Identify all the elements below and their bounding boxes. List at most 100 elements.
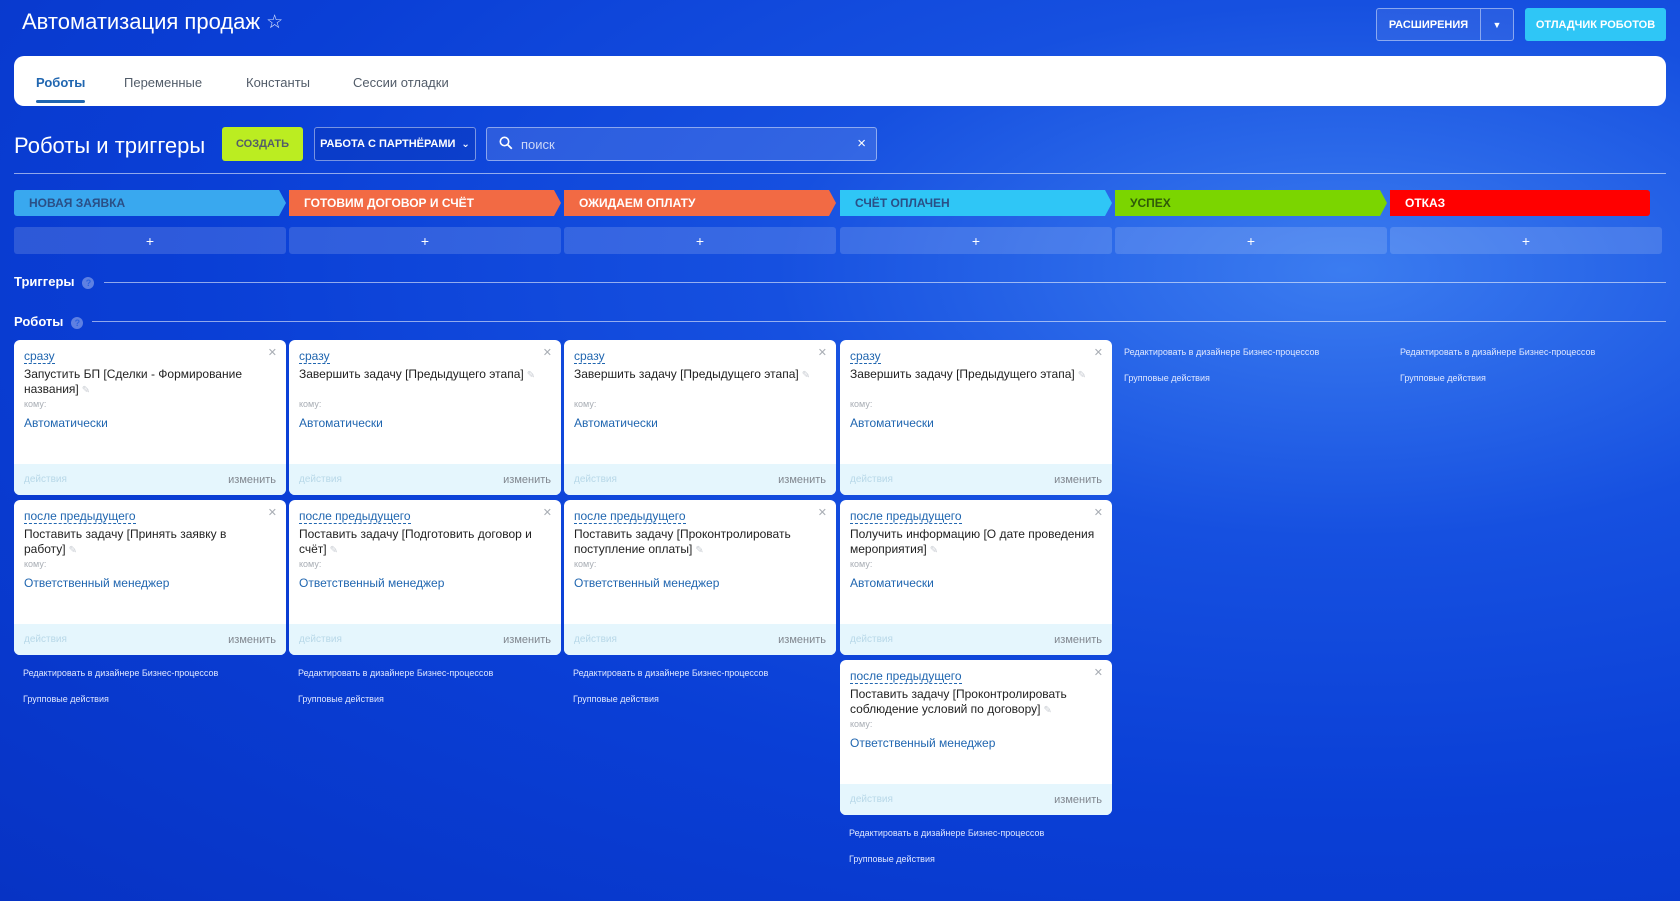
edit-link[interactable]: изменить [228, 634, 276, 646]
robot-card[interactable]: после предыдущего ✕ Поставить задачу [По… [289, 500, 561, 655]
group-actions-link[interactable]: Групповые действия [1400, 373, 1486, 383]
add-trigger-button[interactable]: + [564, 227, 836, 254]
robot-card[interactable]: после предыдущего ✕ Получить информацию … [840, 500, 1112, 655]
actions-label: действия [24, 634, 67, 645]
add-trigger-button[interactable]: + [840, 227, 1112, 254]
chevron-down-icon[interactable]: ▼ [1481, 9, 1513, 40]
close-icon[interactable]: ✕ [1094, 506, 1103, 519]
edit-in-designer-link[interactable]: Редактировать в дизайнере Бизнес-процесс… [1124, 347, 1319, 357]
pencil-icon[interactable]: ✎ [82, 385, 90, 396]
filter-button[interactable]: РАБОТА С ПАРТНЁРАМИ ⌄ [314, 127, 476, 161]
robot-assignee: Ответственный менеджер [850, 736, 996, 750]
add-trigger-button[interactable]: + [289, 227, 561, 254]
pencil-icon[interactable]: ✎ [330, 545, 338, 556]
stage-new-request[interactable]: НОВАЯ ЗАЯВКА [14, 190, 286, 216]
actions-label: действия [24, 474, 67, 485]
robot-title-text: Запустить БП [Сделки - Формирование назв… [24, 367, 242, 396]
edit-link[interactable]: изменить [503, 634, 551, 646]
to-label: кому: [299, 559, 322, 569]
pencil-icon[interactable]: ✎ [527, 370, 535, 381]
pencil-icon[interactable]: ✎ [69, 545, 77, 556]
edit-link[interactable]: изменить [778, 634, 826, 646]
robot-condition[interactable]: после предыдущего [850, 509, 962, 524]
tab-constants[interactable]: Константы [246, 75, 310, 90]
robot-card[interactable]: сразу ✕ Завершить задачу [Предыдущего эт… [289, 340, 561, 495]
close-icon[interactable]: × [857, 135, 866, 152]
actions-label: действия [574, 474, 617, 485]
help-icon[interactable]: ? [82, 277, 95, 289]
close-icon[interactable]: ✕ [268, 346, 277, 359]
edit-link[interactable]: изменить [228, 474, 276, 486]
pencil-icon[interactable]: ✎ [695, 545, 703, 556]
close-icon[interactable]: ✕ [543, 346, 552, 359]
edit-in-designer-link[interactable]: Редактировать в дизайнере Бизнес-процесс… [298, 668, 493, 678]
robot-condition[interactable]: после предыдущего [299, 509, 411, 524]
robot-card[interactable]: после предыдущего ✕ Поставить задачу [Пр… [840, 660, 1112, 815]
robot-footer: действия изменить [564, 464, 836, 495]
robot-footer: действия изменить [840, 784, 1112, 815]
pencil-icon[interactable]: ✎ [1078, 370, 1086, 381]
divider [14, 173, 1666, 174]
close-icon[interactable]: ✕ [1094, 666, 1103, 679]
stage-invoice-paid[interactable]: СЧЁТ ОПЛАЧЕН [840, 190, 1112, 216]
stage-failure[interactable]: ОТКАЗ [1390, 190, 1650, 216]
page-title-text: Автоматизация продаж [22, 9, 261, 34]
close-icon[interactable]: ✕ [1094, 346, 1103, 359]
extensions-button[interactable]: РАСШИРЕНИЯ ▼ [1376, 8, 1514, 41]
robot-card[interactable]: сразу ✕ Запустить БП [Сделки - Формирова… [14, 340, 286, 495]
edit-in-designer-link[interactable]: Редактировать в дизайнере Бизнес-процесс… [573, 668, 768, 678]
pencil-icon[interactable]: ✎ [1043, 705, 1051, 716]
robot-title-text: Получить информацию [О дате проведения м… [850, 527, 1095, 556]
group-actions-link[interactable]: Групповые действия [298, 694, 384, 704]
edit-link[interactable]: изменить [1054, 794, 1102, 806]
edit-in-designer-link[interactable]: Редактировать в дизайнере Бизнес-процесс… [23, 668, 218, 678]
robot-condition[interactable]: сразу [299, 349, 330, 364]
edit-link[interactable]: изменить [503, 474, 551, 486]
close-icon[interactable]: ✕ [268, 506, 277, 519]
group-actions-link[interactable]: Групповые действия [1124, 373, 1210, 383]
robot-card[interactable]: после предыдущего ✕ Поставить задачу [Пр… [14, 500, 286, 655]
pencil-icon[interactable]: ✎ [930, 545, 938, 556]
stage-awaiting-payment[interactable]: ОЖИДАЕМ ОПЛАТУ [564, 190, 836, 216]
to-label: кому: [574, 399, 597, 409]
search-input[interactable] [521, 128, 831, 160]
pencil-icon[interactable]: ✎ [802, 370, 810, 381]
search-box[interactable]: × [486, 127, 877, 161]
robot-card[interactable]: сразу ✕ Завершить задачу [Предыдущего эт… [840, 340, 1112, 495]
robot-condition[interactable]: сразу [24, 349, 55, 364]
robot-condition[interactable]: после предыдущего [850, 669, 962, 684]
close-icon[interactable]: ✕ [818, 506, 827, 519]
robot-card[interactable]: после предыдущего ✕ Поставить задачу [Пр… [564, 500, 836, 655]
edit-in-designer-link[interactable]: Редактировать в дизайнере Бизнес-процесс… [1400, 347, 1595, 357]
actions-label: действия [850, 634, 893, 645]
stage-preparing-contract[interactable]: ГОТОВИМ ДОГОВОР И СЧЁТ [289, 190, 561, 216]
close-icon[interactable]: ✕ [543, 506, 552, 519]
tab-variables[interactable]: Переменные [124, 75, 202, 90]
robot-condition[interactable]: после предыдущего [574, 509, 686, 524]
robot-condition[interactable]: после предыдущего [24, 509, 136, 524]
close-icon[interactable]: ✕ [818, 346, 827, 359]
add-trigger-button[interactable]: + [1390, 227, 1662, 254]
group-actions-link[interactable]: Групповые действия [849, 854, 935, 864]
robot-debugger-button[interactable]: ОТЛАДЧИК РОБОТОВ [1525, 8, 1666, 41]
edit-link[interactable]: изменить [1054, 474, 1102, 486]
add-trigger-button[interactable]: + [14, 227, 286, 254]
group-actions-link[interactable]: Групповые действия [573, 694, 659, 704]
tab-robots[interactable]: Роботы [36, 75, 86, 103]
create-button[interactable]: СОЗДАТЬ [222, 127, 303, 161]
extensions-label[interactable]: РАСШИРЕНИЯ [1377, 9, 1481, 40]
robot-assignee: Автоматически [850, 416, 934, 430]
stage-success[interactable]: УСПЕХ [1115, 190, 1387, 216]
edit-in-designer-link[interactable]: Редактировать в дизайнере Бизнес-процесс… [849, 828, 1044, 838]
robot-condition[interactable]: сразу [850, 349, 881, 364]
star-icon[interactable]: ☆ [266, 11, 283, 34]
robot-condition[interactable]: сразу [574, 349, 605, 364]
edit-link[interactable]: изменить [778, 474, 826, 486]
help-icon[interactable]: ? [71, 317, 84, 329]
group-actions-link[interactable]: Групповые действия [23, 694, 109, 704]
robot-card[interactable]: сразу ✕ Завершить задачу [Предыдущего эт… [564, 340, 836, 495]
add-trigger-button[interactable]: + [1115, 227, 1387, 254]
robot-assignee: Автоматически [24, 416, 108, 430]
edit-link[interactable]: изменить [1054, 634, 1102, 646]
tab-debug-sessions[interactable]: Сессии отладки [353, 75, 449, 90]
